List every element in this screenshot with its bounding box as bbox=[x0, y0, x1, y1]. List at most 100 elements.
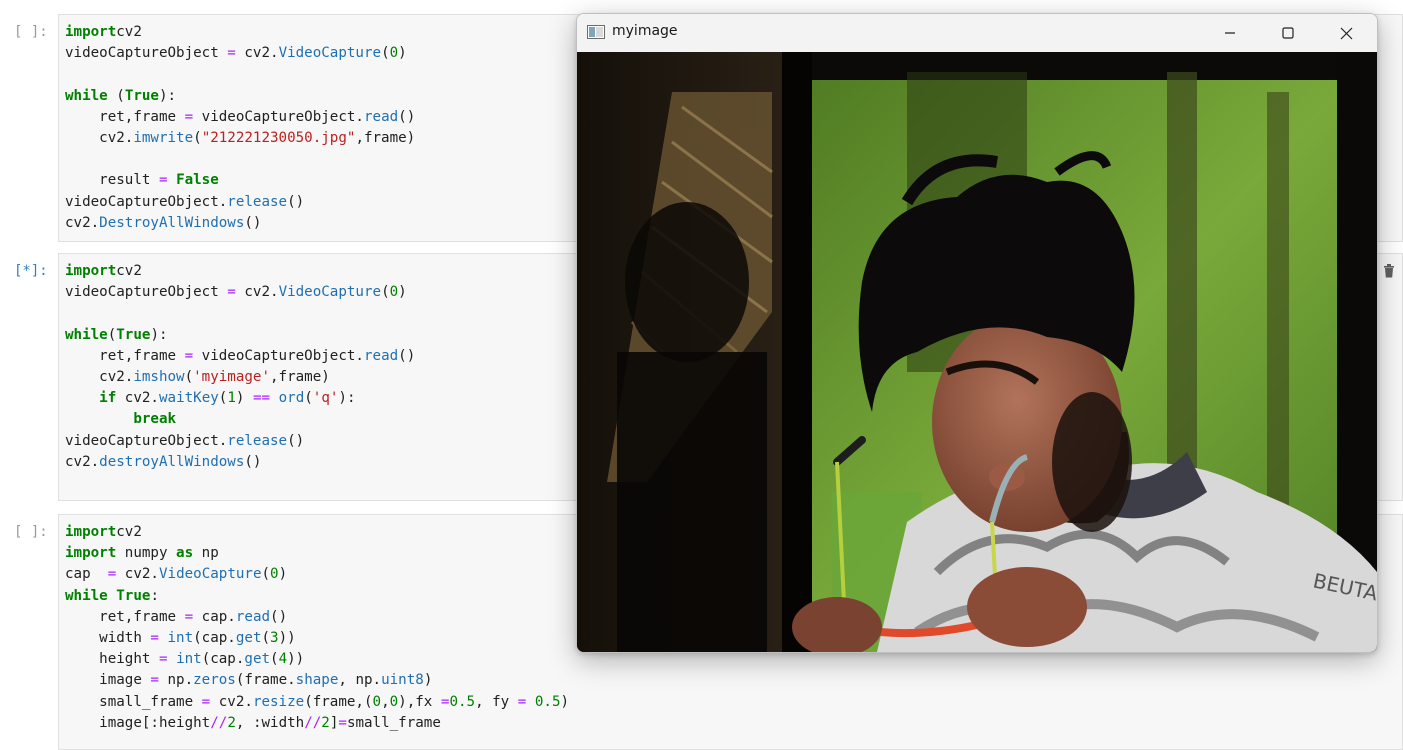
code-token: get bbox=[244, 651, 271, 668]
close-button[interactable] bbox=[1317, 14, 1375, 52]
code-token: () bbox=[398, 347, 416, 364]
code-token: cap bbox=[65, 566, 108, 583]
code-token: 0 bbox=[389, 45, 399, 62]
code-token: ) bbox=[398, 284, 407, 301]
code-token: np. bbox=[158, 672, 194, 689]
code-token: int bbox=[176, 651, 202, 668]
code-token: import bbox=[65, 524, 117, 540]
code-token: cv2. bbox=[65, 369, 134, 386]
code-token: ret,frame bbox=[65, 608, 185, 625]
code-token: while bbox=[65, 326, 108, 343]
code-token: cv2 bbox=[116, 524, 142, 540]
trash-icon[interactable] bbox=[1383, 263, 1395, 278]
window-title: myimage bbox=[612, 23, 678, 39]
opencv-window[interactable]: myimage BEUTA bbox=[576, 13, 1378, 653]
code-token: // bbox=[304, 714, 322, 731]
code-token: , np. bbox=[338, 672, 382, 689]
code-token: () bbox=[270, 608, 288, 625]
code-token: ) bbox=[423, 672, 433, 689]
camera-frame-image: BEUTA bbox=[577, 52, 1377, 652]
code-token: image bbox=[65, 672, 151, 689]
code-token: True bbox=[124, 87, 159, 104]
code-token: () bbox=[287, 432, 305, 449]
code-token: cv2. bbox=[65, 214, 100, 231]
code-token: True bbox=[116, 326, 151, 343]
code-token: DestroyAllWindows bbox=[99, 214, 245, 231]
code-token: 'q' bbox=[312, 390, 339, 407]
code-token: videoCaptureObject. bbox=[65, 193, 228, 210]
code-token: = bbox=[107, 566, 117, 583]
code-token: width bbox=[65, 630, 151, 647]
code-token: = bbox=[338, 714, 347, 731]
code-token: = bbox=[184, 347, 194, 364]
code-token: ( bbox=[270, 651, 279, 668]
code-token: ( bbox=[107, 87, 125, 104]
code-token: , :width bbox=[235, 714, 305, 731]
code-token: = bbox=[150, 672, 159, 689]
code-token: import bbox=[65, 263, 117, 279]
code-token: () bbox=[398, 108, 416, 125]
maximize-button[interactable] bbox=[1259, 14, 1317, 52]
code-token: numpy bbox=[116, 545, 177, 562]
code-token: : bbox=[150, 587, 159, 604]
code-token: get bbox=[235, 630, 262, 647]
close-icon bbox=[1340, 27, 1352, 39]
code-token: videoCaptureObject. bbox=[193, 347, 364, 364]
code-token: = bbox=[227, 45, 236, 62]
code-token: resize bbox=[252, 693, 305, 710]
code-token: ( bbox=[184, 369, 194, 386]
code-token: ): bbox=[150, 326, 168, 343]
code-token: = bbox=[201, 693, 211, 710]
code-token: 2 bbox=[227, 714, 236, 731]
cell-prompt: [*]: bbox=[14, 263, 48, 279]
code-token: waitKey bbox=[158, 390, 219, 407]
code-token: 3 bbox=[270, 630, 279, 647]
code-token: // bbox=[210, 714, 228, 731]
code-token: 0 bbox=[389, 284, 399, 301]
code-token: (frame,( bbox=[304, 693, 373, 710]
code-token: shape bbox=[295, 672, 339, 689]
code-token: ( bbox=[304, 390, 313, 407]
code-token: ( bbox=[381, 284, 390, 301]
code-token: ): bbox=[158, 87, 177, 104]
code-token: 0.5 bbox=[449, 693, 476, 710]
code-token: "212221230050.jpg" bbox=[201, 130, 356, 147]
code-token: np bbox=[193, 545, 219, 562]
code-token: ) bbox=[560, 693, 570, 710]
code-token: ,frame) bbox=[355, 130, 416, 147]
code-token: release bbox=[227, 193, 288, 210]
code-token: cv2. bbox=[65, 130, 134, 147]
code-token: cv2 bbox=[116, 24, 142, 40]
code-token: import bbox=[65, 24, 117, 40]
code-token: cap. bbox=[193, 608, 236, 625]
code-token: VideoCapture bbox=[278, 45, 382, 62]
cell-prompt: [ ]: bbox=[14, 524, 48, 540]
code-token: VideoCapture bbox=[158, 566, 262, 583]
window-titlebar[interactable]: myimage bbox=[577, 14, 1377, 52]
code-token: () bbox=[244, 453, 262, 470]
code-token: uint8 bbox=[381, 672, 424, 689]
code-token: destroyAllWindows bbox=[99, 453, 245, 470]
camera-frame-drawing: BEUTA bbox=[577, 52, 1377, 652]
code-token: image[:height bbox=[65, 714, 211, 731]
code-token: () bbox=[287, 193, 305, 210]
code-token: ( bbox=[193, 130, 202, 147]
code-token: as bbox=[176, 545, 194, 562]
code-token: cv2 bbox=[116, 263, 142, 279]
code-token: release bbox=[227, 432, 288, 449]
code-token: 4 bbox=[278, 651, 288, 668]
opencv-window-icon bbox=[587, 25, 605, 39]
code-token: ),fx bbox=[398, 693, 441, 710]
code-token: = bbox=[227, 284, 236, 301]
code-token: (cap. bbox=[201, 651, 245, 668]
code-token: 'myimage' bbox=[193, 369, 271, 386]
minimize-button[interactable] bbox=[1201, 14, 1259, 52]
code-token: height bbox=[65, 651, 159, 668]
code-token: 0 bbox=[389, 693, 399, 710]
